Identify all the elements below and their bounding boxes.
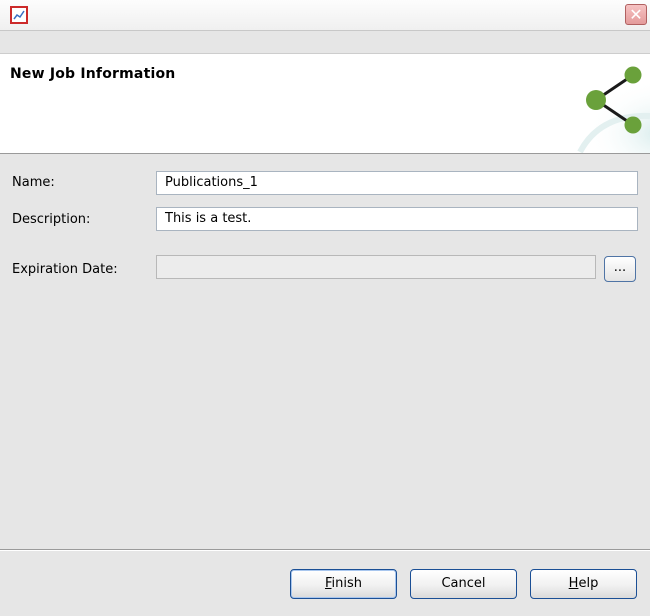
footer-divider [0,549,650,551]
finish-label: inish [331,576,363,591]
name-field[interactable]: Publications_1 [156,171,638,195]
name-label: Name: [12,175,55,190]
expiration-date-label: Expiration Date: [12,262,118,277]
close-button[interactable]: ✕ [625,4,647,25]
title-bar: ✕ [0,0,650,31]
page-title: New Job Information [10,66,176,82]
chart-icon [10,6,28,24]
header-banner: New Job Information [0,53,650,154]
finish-button[interactable]: Finish [290,569,397,599]
close-icon: ✕ [629,5,643,24]
description-label: Description: [12,212,91,227]
help-mnemonic: H [568,576,579,591]
help-label: elp [578,576,599,591]
cancel-button[interactable]: Cancel [410,569,517,599]
help-button[interactable]: Help [530,569,637,599]
browse-date-button[interactable]: ... [604,256,636,282]
expiration-date-field[interactable] [156,255,596,279]
description-field[interactable]: This is a test. [156,207,638,231]
share-network-icon [575,66,650,153]
